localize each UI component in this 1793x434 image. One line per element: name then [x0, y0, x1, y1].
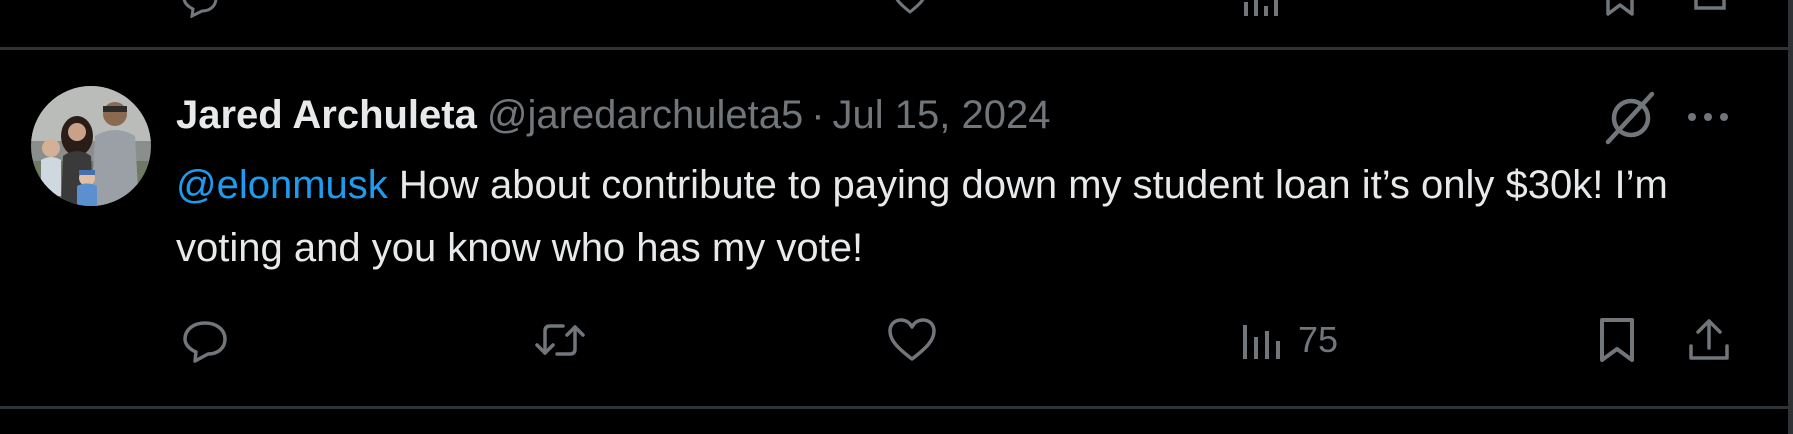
bookmark-button[interactable] — [1592, 312, 1642, 368]
column-border — [1788, 0, 1793, 434]
separator-dot: · — [811, 93, 825, 137]
like-button[interactable] — [885, 312, 939, 368]
reply-icon[interactable] — [180, 0, 220, 18]
display-name[interactable]: Jared Archuleta — [176, 90, 477, 140]
reply-icon — [183, 321, 227, 363]
tweet-divider-bottom — [0, 406, 1793, 409]
heart-icon — [888, 318, 936, 361]
tweet-header: Jared Archuleta @jaredarchuleta5 · Jul 1… — [176, 90, 1051, 140]
tweet-date[interactable]: Jul 15, 2024 — [833, 90, 1051, 140]
share-icon[interactable] — [1690, 0, 1730, 14]
repost-icon — [535, 324, 585, 356]
bookmark-icon[interactable] — [1600, 0, 1640, 18]
tweet-divider-top — [0, 47, 1793, 50]
views-count: 75 — [1298, 319, 1339, 360]
profile-avatar[interactable] — [31, 86, 151, 206]
views-icon[interactable] — [1240, 0, 1280, 32]
tweet-text: @elonmusk How about contribute to paying… — [176, 154, 1756, 280]
mention-link[interactable]: @elonmusk — [176, 163, 388, 207]
views-icon — [1243, 325, 1280, 359]
grok-icon[interactable] — [1600, 88, 1662, 148]
heart-icon[interactable] — [890, 0, 930, 18]
tweet-text-content: How about contribute to paying down my s… — [176, 163, 1668, 270]
share-button[interactable] — [1684, 312, 1734, 368]
repost-button[interactable] — [533, 312, 587, 368]
views-button[interactable]: 75 — [1240, 312, 1338, 368]
reply-button[interactable] — [180, 312, 230, 368]
more-horizontal-icon[interactable] — [1684, 104, 1732, 130]
user-handle[interactable]: @jaredarchuleta5 — [487, 90, 803, 140]
previous-tweet-actions — [0, 0, 1793, 48]
bookmark-icon — [1600, 318, 1634, 362]
share-icon — [1689, 319, 1729, 360]
profile-photo — [31, 86, 151, 206]
